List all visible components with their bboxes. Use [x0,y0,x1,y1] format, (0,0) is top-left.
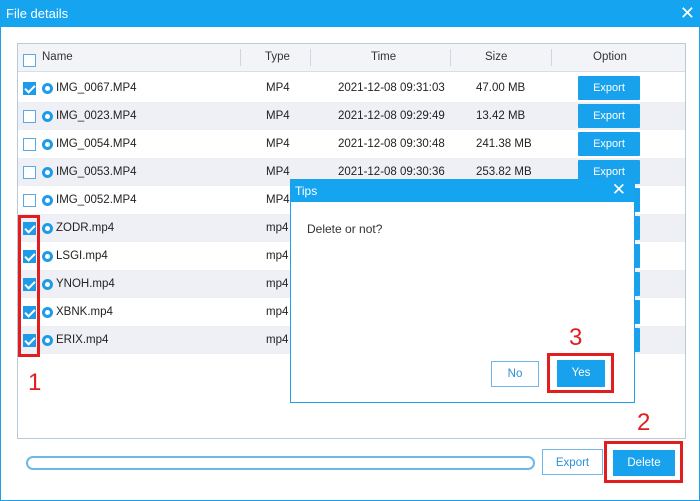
header-divider [310,49,311,66]
header-divider [450,49,451,66]
header-option: Option [593,51,627,63]
file-size: 13.42 MB [476,110,526,122]
export-button[interactable]: Export [578,104,640,128]
video-file-icon [42,335,53,346]
header-divider [551,49,552,66]
annotation-box-delete [604,441,683,483]
file-size: 253.82 MB [476,166,532,178]
close-icon[interactable]: ✕ [680,4,695,22]
file-name: IMG_0054.MP4 [56,138,137,150]
file-type: mp4 [266,306,289,318]
file-type: MP4 [266,194,290,206]
video-file-icon [42,251,53,262]
file-name: XBNK.mp4 [56,306,113,318]
dialog-title: Tips [295,184,318,198]
annotation-box-yes [547,353,614,393]
file-type: MP4 [266,166,290,178]
file-name: IMG_0052.MP4 [56,194,137,206]
export-button[interactable]: Export [578,76,640,100]
video-file-icon [42,167,53,178]
file-time: 2021-12-08 09:29:49 [338,110,445,122]
video-file-icon [42,223,53,234]
row-checkbox[interactable] [23,82,36,95]
dialog-title-bar: Tips ✕ [291,180,634,202]
row-checkbox[interactable] [23,194,36,207]
header-divider [240,49,241,66]
table-row[interactable]: IMG_0067.MP4 MP4 2021-12-08 09:31:03 47.… [18,74,685,102]
header-name: Name [42,51,73,63]
video-file-icon [42,279,53,290]
file-type: mp4 [266,222,289,234]
file-size: 47.00 MB [476,82,526,94]
table-row[interactable]: IMG_0023.MP4 MP4 2021-12-08 09:29:49 13.… [18,102,685,130]
header-size: Size [485,51,508,63]
video-file-icon [42,111,53,122]
file-time: 2021-12-08 09:30:48 [338,138,445,150]
export-selected-button[interactable]: Export [542,449,603,475]
video-file-icon [42,83,53,94]
video-file-icon [42,307,53,318]
annotation-step-1: 1 [28,369,42,396]
file-name: IMG_0023.MP4 [56,110,137,122]
window-title: File details [6,6,69,21]
dialog-message: Delete or not? [307,222,383,236]
table-row[interactable]: IMG_0054.MP4 MP4 2021-12-08 09:30:48 241… [18,130,685,158]
file-type: mp4 [266,278,289,290]
file-type: MP4 [266,110,290,122]
annotation-step-2: 2 [637,409,651,436]
file-name: YNOH.mp4 [56,278,115,290]
video-file-icon [42,195,53,206]
file-time: 2021-12-08 09:30:36 [338,166,445,178]
file-time: 2021-12-08 09:31:03 [338,82,445,94]
progress-bar [26,456,535,470]
header-time: Time [371,51,397,63]
file-name: IMG_0053.MP4 [56,166,137,178]
file-type: mp4 [266,250,289,262]
file-type: MP4 [266,138,290,150]
export-button[interactable]: Export [578,132,640,156]
dialog-close-icon[interactable]: ✕ [612,181,626,199]
file-name: IMG_0067.MP4 [56,82,137,94]
file-details-window: File details ✕ Name Type Time Size Optio… [0,0,700,501]
no-button[interactable]: No [491,361,539,387]
title-bar: File details ✕ [1,1,700,27]
row-checkbox[interactable] [23,166,36,179]
file-type: MP4 [266,82,290,94]
row-checkbox[interactable] [23,110,36,123]
table-header: Name Type Time Size Option [18,44,685,72]
file-type: mp4 [266,334,289,346]
row-checkbox[interactable] [23,138,36,151]
file-name: ZODR.mp4 [56,222,115,234]
video-file-icon [42,139,53,150]
header-type: Type [265,51,290,63]
annotation-box-checkboxes [18,215,40,357]
file-size: 241.38 MB [476,138,532,150]
file-name: ERIX.mp4 [56,334,109,346]
file-name: LSGI.mp4 [56,250,108,262]
select-all-checkbox[interactable] [23,54,36,67]
annotation-step-3: 3 [569,324,583,351]
